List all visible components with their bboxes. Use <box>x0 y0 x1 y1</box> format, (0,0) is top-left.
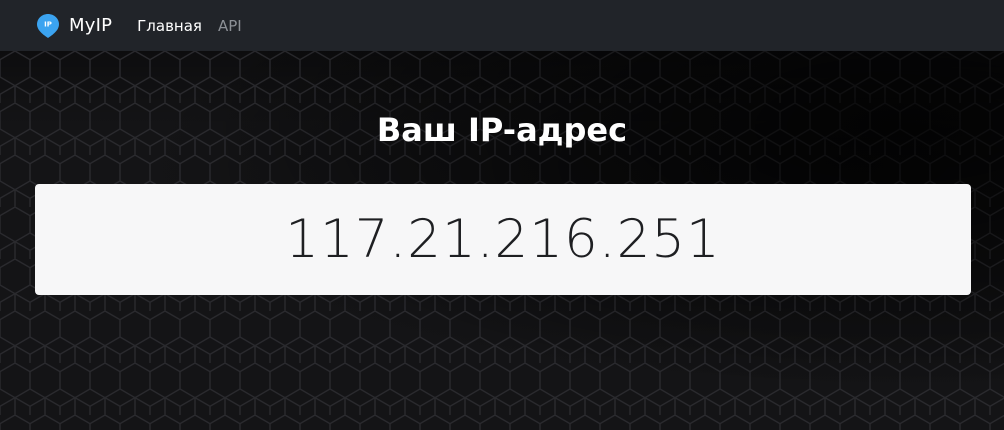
ip-location-pin-icon: IP <box>36 13 60 39</box>
logo-text: IP <box>44 20 52 28</box>
brand-link[interactable]: IP MyIP <box>36 13 112 39</box>
page-title: Ваш IP-адрес <box>376 111 628 149</box>
nav-link-home[interactable]: Главная <box>137 17 202 35</box>
brand-name: MyIP <box>69 15 113 36</box>
ip-address-card: 117.21.216.251 <box>35 184 971 295</box>
nav-links: Главная API <box>137 17 258 35</box>
ip-address-value[interactable]: 117.21.216.251 <box>285 209 720 270</box>
hero-section: Ваш IP-адрес 117.21.216.251 <box>0 51 1004 430</box>
nav-link-api[interactable]: API <box>218 17 242 35</box>
top-navbar: IP MyIP Главная API <box>0 0 1004 51</box>
